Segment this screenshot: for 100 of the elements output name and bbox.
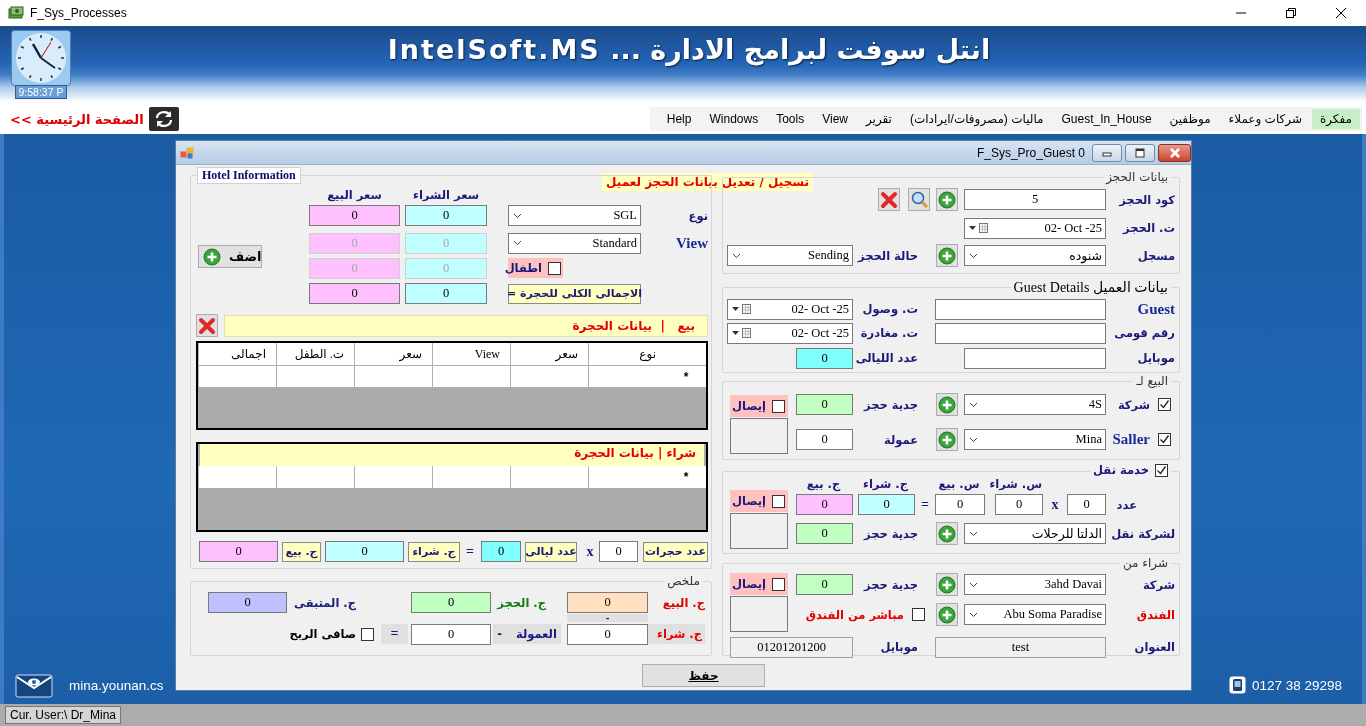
dropdown[interactable]: Sending [727,245,853,266]
checkbox[interactable] [772,399,785,413]
dropdown[interactable]: شنوده [964,245,1106,266]
home-link[interactable]: الصفحة الرئيسية >> [10,111,144,127]
table-cell[interactable] [588,466,666,489]
save-button[interactable]: حفظ [642,664,765,687]
text-field[interactable]: 0 [309,205,400,226]
search-button[interactable] [908,188,930,211]
column-header: View [432,343,510,366]
table-cell[interactable] [276,466,354,489]
checkbox[interactable] [772,577,785,591]
text-field[interactable]: 5 [964,189,1106,210]
add-button[interactable] [936,188,958,211]
menu-item[interactable]: موظفين [1161,109,1219,129]
text-field[interactable]: 0 [796,429,853,450]
text-field[interactable]: 0 [567,623,648,645]
checkbox[interactable] [1158,433,1171,446]
field-label: لشركة نقل [1110,526,1175,541]
table-cell[interactable] [510,466,588,489]
menu-item[interactable]: View [814,109,856,129]
table-cell[interactable] [198,366,276,388]
chevron-down-icon [969,530,978,537]
table-cell[interactable] [432,466,510,489]
group-title: بيانات الحجز [1103,169,1171,185]
delete-button[interactable] [196,314,218,337]
menu-item[interactable]: Help [658,109,700,129]
menu-item[interactable]: ماليات (مصروفات/ايرادات) [901,109,1052,129]
text-field[interactable]: 0 [325,541,404,562]
table-cell[interactable] [198,466,276,489]
text-field[interactable]: 0 [208,592,287,613]
field-label: شركة [1117,397,1150,412]
menu-item[interactable]: شركات وعملاء [1220,109,1310,129]
menu-item[interactable]: مفكرة [1311,109,1360,129]
add-button[interactable]: اضف [198,245,262,268]
maximize-button[interactable] [1125,143,1155,162]
dialog-title: F_Sys_Pro_Guest 0 [976,145,1085,160]
text-field[interactable]: 0 [1067,494,1106,515]
text-field[interactable]: 0 [796,574,853,595]
text-field[interactable]: 0 [796,523,853,544]
text-field[interactable]: 0 [199,541,278,562]
text-field[interactable]: 0 [405,205,487,226]
envelope-icon [15,672,53,698]
text-field[interactable] [935,298,1106,320]
menu-item[interactable]: Windows [701,109,767,129]
checkbox[interactable] [1155,463,1168,477]
table-cell[interactable] [354,466,432,489]
add-button[interactable] [936,522,958,545]
text-field[interactable]: 0 [599,541,638,562]
table-cell[interactable] [354,366,432,388]
text-field[interactable]: 0 [935,494,985,515]
text-field[interactable]: 0 [796,347,853,369]
restore-icon[interactable] [1285,7,1297,19]
refresh-icon[interactable] [148,107,179,131]
text-field[interactable]: 0 [481,541,521,562]
menu-item[interactable]: Guest_In_House [1053,109,1160,129]
add-button[interactable] [936,603,958,626]
text-field[interactable]: 01201201200 [730,636,853,658]
table-cell[interactable] [432,366,510,388]
dropdown[interactable]: Mina [964,429,1106,450]
field-label: عدد ليالى [525,541,577,562]
checkbox[interactable] [912,608,925,621]
menu-item[interactable]: تقرير [857,109,900,129]
checkbox[interactable] [361,627,374,641]
close-button[interactable] [1158,143,1191,162]
dropdown[interactable]: Standard [508,232,641,254]
dropdown[interactable]: SGL [508,205,641,226]
date-picker[interactable]: 02- Oct -25 [727,298,853,320]
dropdown[interactable]: 3ahd Davai [964,574,1106,595]
field-label: ت. وصول [861,302,918,316]
text-field[interactable]: 0 [567,592,648,613]
text-field[interactable]: 0 [405,283,487,304]
close-icon[interactable] [1335,7,1347,19]
add-button[interactable] [936,244,958,267]
text-field[interactable] [935,322,1106,344]
date-picker[interactable]: 02- Oct -25 [727,322,853,344]
checkbox[interactable] [1158,398,1171,411]
delete-button[interactable] [878,188,900,211]
add-button[interactable] [936,573,958,596]
text-field[interactable]: 0 [411,592,491,613]
add-button[interactable] [936,428,958,451]
checkbox[interactable] [772,494,785,508]
dropdown[interactable]: Abu Soma Paradise [964,604,1106,625]
text-field[interactable]: 0 [796,494,853,515]
table-cell[interactable] [510,366,588,388]
dropdown[interactable]: الدلتا للرحلات [964,523,1106,544]
menu-item[interactable]: Tools [768,109,813,129]
text-field[interactable]: 0 [858,494,915,515]
text-field[interactable]: 0 [309,283,400,304]
date-picker[interactable]: 02- Oct -25 [964,217,1106,239]
text-field[interactable]: 0 [995,494,1043,515]
add-button[interactable] [936,393,958,416]
table-cell[interactable] [276,366,354,388]
phone-text: 0127 38 29298 [1251,677,1342,693]
text-field[interactable]: 0 [796,394,853,415]
text-field[interactable]: 0 [411,623,491,645]
dropdown[interactable]: 4S [964,394,1106,415]
text-field[interactable] [964,347,1106,369]
text-field[interactable]: test [935,636,1106,658]
table-cell[interactable] [588,366,666,388]
checkbox[interactable] [548,261,561,275]
